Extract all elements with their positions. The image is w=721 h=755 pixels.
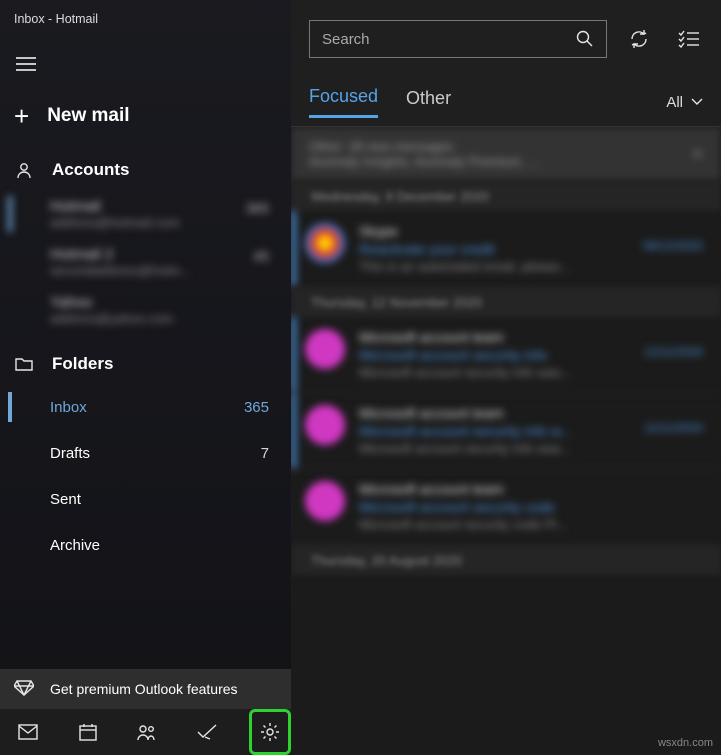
tabs: Focused Other All [291,78,721,127]
account-count: 365 [246,200,269,216]
msg-sender: Microsoft account team [359,405,630,421]
folder-icon [14,356,34,372]
bottom-nav [0,709,291,755]
person-icon [14,161,34,179]
msg-preview: Microsoft account security code Pl... [359,517,689,532]
search-icon [576,30,594,48]
avatar [305,481,345,521]
message-item[interactable]: Microsoft account team Microsoft account… [291,469,721,545]
date-header: Wednesday, 9 December 2020 [291,181,721,211]
msg-subject: Microsoft account security info [359,347,630,363]
people-app-button[interactable] [130,712,166,752]
msg-sender: Microsoft account team [359,329,630,345]
main-pane: Search Focused Other All [291,0,721,755]
mail-icon [18,724,38,740]
accounts-label: Accounts [52,160,129,180]
msg-preview: Microsoft account security info was... [359,441,630,456]
folder-name: Inbox [50,399,87,416]
message-item[interactable]: Microsoft account team Microsoft account… [291,317,721,393]
sync-icon [628,28,650,50]
folder-name: Drafts [50,445,90,462]
new-mail-button[interactable]: + New mail [0,84,291,148]
avatar [305,329,345,369]
window-title: Inbox - Hotmail [0,0,291,38]
account-item[interactable]: Hotmail address@hotmail.com 365 [0,190,291,238]
toolbar: Search [291,0,721,78]
msg-sender: Skype [359,223,629,239]
tab-focused[interactable]: Focused [309,86,378,118]
folder-sent[interactable]: Sent [0,476,291,522]
msg-date: 12/11/2020 [644,421,703,435]
msg-preview: Microsoft account security info was... [359,365,630,380]
chevron-down-icon [691,98,703,106]
hamburger-button[interactable] [0,44,56,84]
account-email: address@yahoo.com [50,311,291,326]
msg-sender: Microsoft account team [359,481,689,497]
account-email: secondaddress@hotm... [50,263,291,278]
todo-icon [197,724,217,740]
folder-count: 7 [261,445,269,462]
filter-all-dropdown[interactable]: All [666,94,703,111]
premium-button[interactable]: Get premium Outlook features [0,669,291,709]
gear-icon [260,722,280,742]
sync-button[interactable] [625,25,653,53]
msg-date: 12/11/2020 [644,345,703,359]
banner-line1: Other: 28 new messages [309,139,539,154]
account-name: Yahoo [50,294,291,311]
app-window: Inbox - Hotmail + New mail Accounts Hotm… [0,0,721,755]
avatar [305,405,345,445]
select-icon [678,30,700,48]
calendar-app-button[interactable] [70,712,106,752]
watermark: wsxdn.com [658,737,713,749]
message-item[interactable]: Microsoft account team Microsoft account… [291,393,721,469]
accounts-list: Hotmail address@hotmail.com 365 Hotmail … [0,190,291,334]
folders-header[interactable]: Folders [0,342,291,384]
date-header: Thursday, 12 November 2020 [291,287,721,317]
account-item[interactable]: Hotmail 2 secondaddress@hotm... 45 [0,238,291,286]
accounts-header[interactable]: Accounts [0,148,291,190]
todo-app-button[interactable] [189,712,225,752]
msg-date: 09/12/2020 [643,239,703,253]
message-item[interactable]: Skype Reactivate your credit This is an … [291,211,721,287]
msg-subject: Reactivate your credit [359,241,629,257]
avatar [305,223,345,263]
message-list[interactable]: Other: 28 new messages Anomaly Insights,… [291,127,721,755]
filter-label: All [666,94,683,111]
select-mode-button[interactable] [675,25,703,53]
new-mail-label: New mail [47,105,129,127]
folders-label: Folders [52,354,113,374]
folder-count: 365 [244,399,269,416]
calendar-icon [79,723,97,741]
other-banner[interactable]: Other: 28 new messages Anomaly Insights,… [291,127,721,181]
settings-button[interactable] [249,709,291,755]
search-input[interactable]: Search [309,20,607,58]
plus-icon: + [14,103,29,129]
search-placeholder: Search [322,31,576,48]
account-email: address@hotmail.com [50,215,291,230]
people-icon [136,723,158,741]
tab-other[interactable]: Other [406,88,451,117]
banner-line2: Anomaly Insights, Anomaly Premium, ... [309,154,539,169]
premium-label: Get premium Outlook features [50,681,238,697]
close-icon[interactable]: × [692,144,703,165]
folder-name: Archive [50,537,100,554]
diamond-icon [14,680,34,699]
folder-archive[interactable]: Archive [0,522,291,568]
msg-preview: This is an automated email, please... [359,259,629,274]
sidebar: Inbox - Hotmail + New mail Accounts Hotm… [0,0,291,755]
folder-name: Sent [50,491,81,508]
folder-drafts[interactable]: Drafts 7 [0,430,291,476]
account-item[interactable]: Yahoo address@yahoo.com [0,286,291,334]
account-count: 45 [253,248,269,264]
date-header: Thursday, 20 August 2020 [291,545,721,575]
hamburger-icon [16,56,36,72]
msg-subject: Microsoft account security info w... [359,423,630,439]
msg-subject: Microsoft account security code [359,499,689,515]
folders-list: Inbox 365 Drafts 7 Sent Archive [0,384,291,568]
mail-app-button[interactable] [10,712,46,752]
folder-inbox[interactable]: Inbox 365 [0,384,291,430]
